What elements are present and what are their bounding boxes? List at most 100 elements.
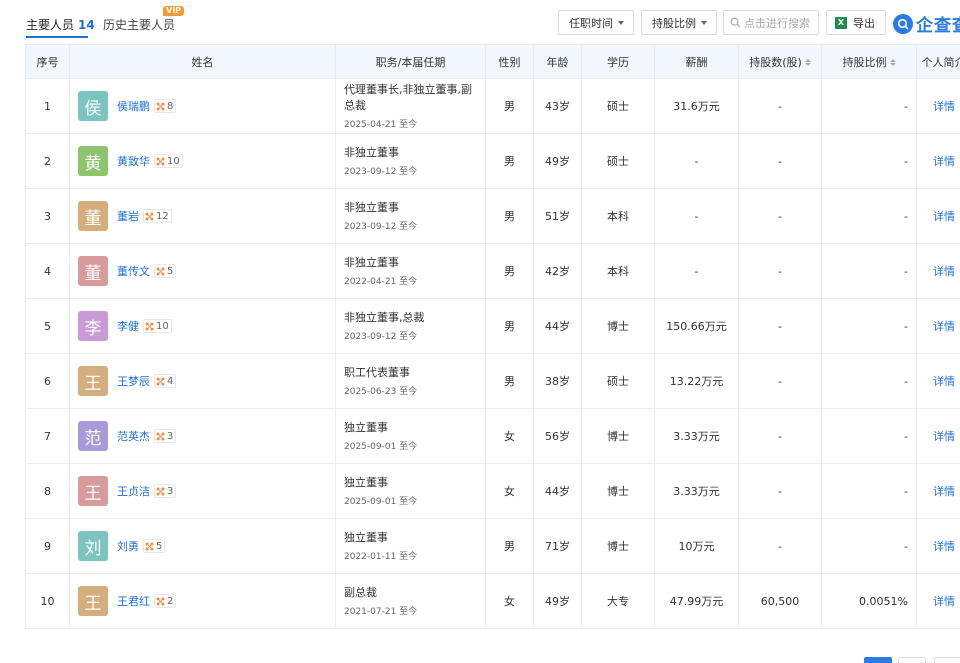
person-name-link[interactable]: 董岩 bbox=[117, 208, 139, 224]
header-salary: 薪酬 bbox=[654, 44, 739, 79]
cell-name: 董董传文 5 bbox=[69, 243, 336, 299]
header-ratio[interactable]: 持股比例 bbox=[821, 44, 917, 79]
header-education: 学历 bbox=[581, 44, 655, 79]
person-name-link[interactable]: 侯瑞鹏 bbox=[117, 98, 150, 114]
relation-icon bbox=[156, 157, 167, 166]
cell-shares: 60,500 bbox=[738, 573, 822, 629]
holding-ratio-filter-dropdown[interactable]: 持股比例 bbox=[641, 10, 717, 35]
cell-index: 5 bbox=[25, 298, 70, 354]
cell-gender: 女 bbox=[485, 463, 534, 519]
relation-count-badge[interactable]: 8 bbox=[154, 99, 177, 113]
person-name-link[interactable]: 李健 bbox=[117, 318, 139, 334]
cell-age: 49岁 bbox=[533, 573, 582, 629]
relation-count-badge[interactable]: 2 bbox=[154, 594, 177, 608]
position-text: 独立董事 bbox=[344, 476, 388, 489]
relation-count: 4 bbox=[167, 375, 174, 387]
detail-link[interactable]: 详情 bbox=[916, 133, 960, 189]
detail-link[interactable]: 详情 bbox=[916, 188, 960, 244]
cell-ratio: - bbox=[821, 78, 917, 134]
cell-ratio: - bbox=[821, 133, 917, 189]
relation-count: 2 bbox=[167, 595, 174, 607]
detail-link[interactable]: 详情 bbox=[916, 518, 960, 574]
tenure-filter-label: 任职时间 bbox=[569, 16, 613, 30]
tenure-filter-dropdown[interactable]: 任职时间 bbox=[558, 10, 634, 35]
position-text: 非独立董事 bbox=[344, 256, 399, 269]
person-name-link[interactable]: 王君红 bbox=[117, 593, 150, 609]
header-index: 序号 bbox=[25, 44, 70, 79]
cell-shares: - bbox=[738, 353, 822, 409]
cell-index: 4 bbox=[25, 243, 70, 299]
relation-count-badge[interactable]: 3 bbox=[154, 429, 177, 443]
detail-link[interactable]: 详情 bbox=[916, 353, 960, 409]
active-tab-underline bbox=[26, 36, 88, 38]
detail-link[interactable]: 详情 bbox=[916, 243, 960, 299]
avatar: 李 bbox=[78, 311, 108, 341]
header-gender: 性别 bbox=[485, 44, 534, 79]
tab-main-personnel[interactable]: 主要人员 14 bbox=[26, 16, 95, 33]
detail-link[interactable]: 详情 bbox=[916, 298, 960, 354]
relation-count-badge[interactable]: 3 bbox=[154, 484, 177, 498]
relation-count: 12 bbox=[156, 210, 169, 222]
tenure-date: 2022-01-11 至今 bbox=[344, 552, 418, 562]
person-name-link[interactable]: 范英杰 bbox=[117, 428, 150, 444]
position-text: 非独立董事 bbox=[344, 146, 399, 159]
cell-education: 本科 bbox=[581, 188, 655, 244]
tab-history-personnel[interactable]: 历史主要人员 bbox=[103, 16, 175, 33]
detail-link[interactable]: 详情 bbox=[916, 78, 960, 134]
sort-icon bbox=[804, 59, 811, 66]
relation-count-badge[interactable]: 4 bbox=[154, 374, 177, 388]
header-name: 姓名 bbox=[69, 44, 336, 79]
cell-age: 43岁 bbox=[533, 78, 582, 134]
detail-link[interactable]: 详情 bbox=[916, 573, 960, 629]
relation-count-badge[interactable]: 10 bbox=[143, 319, 172, 333]
detail-link[interactable]: 详情 bbox=[916, 408, 960, 464]
relation-count-badge[interactable]: 5 bbox=[143, 539, 166, 553]
pagination-button[interactable] bbox=[864, 657, 892, 663]
cell-age: 51岁 bbox=[533, 188, 582, 244]
search-input[interactable]: 点击进行搜索 bbox=[723, 10, 819, 35]
search-icon bbox=[730, 17, 741, 28]
avatar: 王 bbox=[78, 476, 108, 506]
person-name-link[interactable]: 刘勇 bbox=[117, 538, 139, 554]
cell-name: 王王贞洁 3 bbox=[69, 463, 336, 519]
header-position: 职务/本届任期 bbox=[335, 44, 486, 79]
header-shares[interactable]: 持股数(股) bbox=[738, 44, 822, 79]
cell-salary: 13.22万元 bbox=[654, 353, 739, 409]
cell-education: 硕士 bbox=[581, 133, 655, 189]
person-name-link[interactable]: 董传文 bbox=[117, 263, 150, 279]
relation-icon bbox=[156, 267, 167, 276]
tenure-date: 2023-09-12 至今 bbox=[344, 332, 418, 342]
person-name-link[interactable]: 王贞洁 bbox=[117, 483, 150, 499]
cell-gender: 男 bbox=[485, 243, 534, 299]
header-shares-label: 持股数(股) bbox=[749, 55, 802, 69]
cell-name: 王王君红 2 bbox=[69, 573, 336, 629]
tenure-date: 2025-04-21 至今 bbox=[344, 120, 418, 130]
cell-ratio: - bbox=[821, 298, 917, 354]
relation-count-badge[interactable]: 5 bbox=[154, 264, 177, 278]
cell-salary: 150.66万元 bbox=[654, 298, 739, 354]
tab-main-personnel-count: 14 bbox=[78, 18, 95, 32]
table-row: 8 王王贞洁 3 独立董事 2025-09-01 至今女 44岁 博士 3.33万元 - - 详情 bbox=[25, 463, 960, 519]
person-name-link[interactable]: 王梦辰 bbox=[117, 373, 150, 389]
relation-count: 8 bbox=[167, 100, 174, 112]
table-row: 7 范范英杰 3 独立董事 2025-09-01 至今女 56岁 博士 3.33万元 - - 详情 bbox=[25, 408, 960, 464]
tenure-date: 2023-09-12 至今 bbox=[344, 222, 418, 232]
cell-position: 非独立董事,总裁 2023-09-12 至今 bbox=[335, 298, 486, 354]
pagination-button[interactable] bbox=[898, 657, 926, 663]
tab-main-personnel-label: 主要人员 bbox=[26, 18, 75, 32]
person-name-link[interactable]: 黄致华 bbox=[117, 153, 150, 169]
detail-link[interactable]: 详情 bbox=[916, 463, 960, 519]
relation-count-badge[interactable]: 10 bbox=[154, 154, 183, 168]
cell-age: 56岁 bbox=[533, 408, 582, 464]
export-label: 导出 bbox=[853, 16, 875, 30]
export-button[interactable]: X 导出 bbox=[826, 10, 886, 35]
pagination-button[interactable] bbox=[934, 657, 960, 663]
table-row: 10 王王君红 2 副总裁 2021-07-21 至今 女 49岁 大专 47.99万元 60,5… bbox=[25, 573, 960, 629]
relation-count-badge[interactable]: 12 bbox=[143, 209, 172, 223]
avatar: 黄 bbox=[78, 146, 108, 176]
cell-salary: - bbox=[654, 188, 739, 244]
cell-salary: 3.33万元 bbox=[654, 463, 739, 519]
table-row: 9 刘刘勇 5 独立董事 2022-01-11 至今男 71岁 博士 10万元 - - 详情 bbox=[25, 518, 960, 574]
cell-position: 非独立董事 2023-09-12 至今 bbox=[335, 188, 486, 244]
cell-index: 8 bbox=[25, 463, 70, 519]
